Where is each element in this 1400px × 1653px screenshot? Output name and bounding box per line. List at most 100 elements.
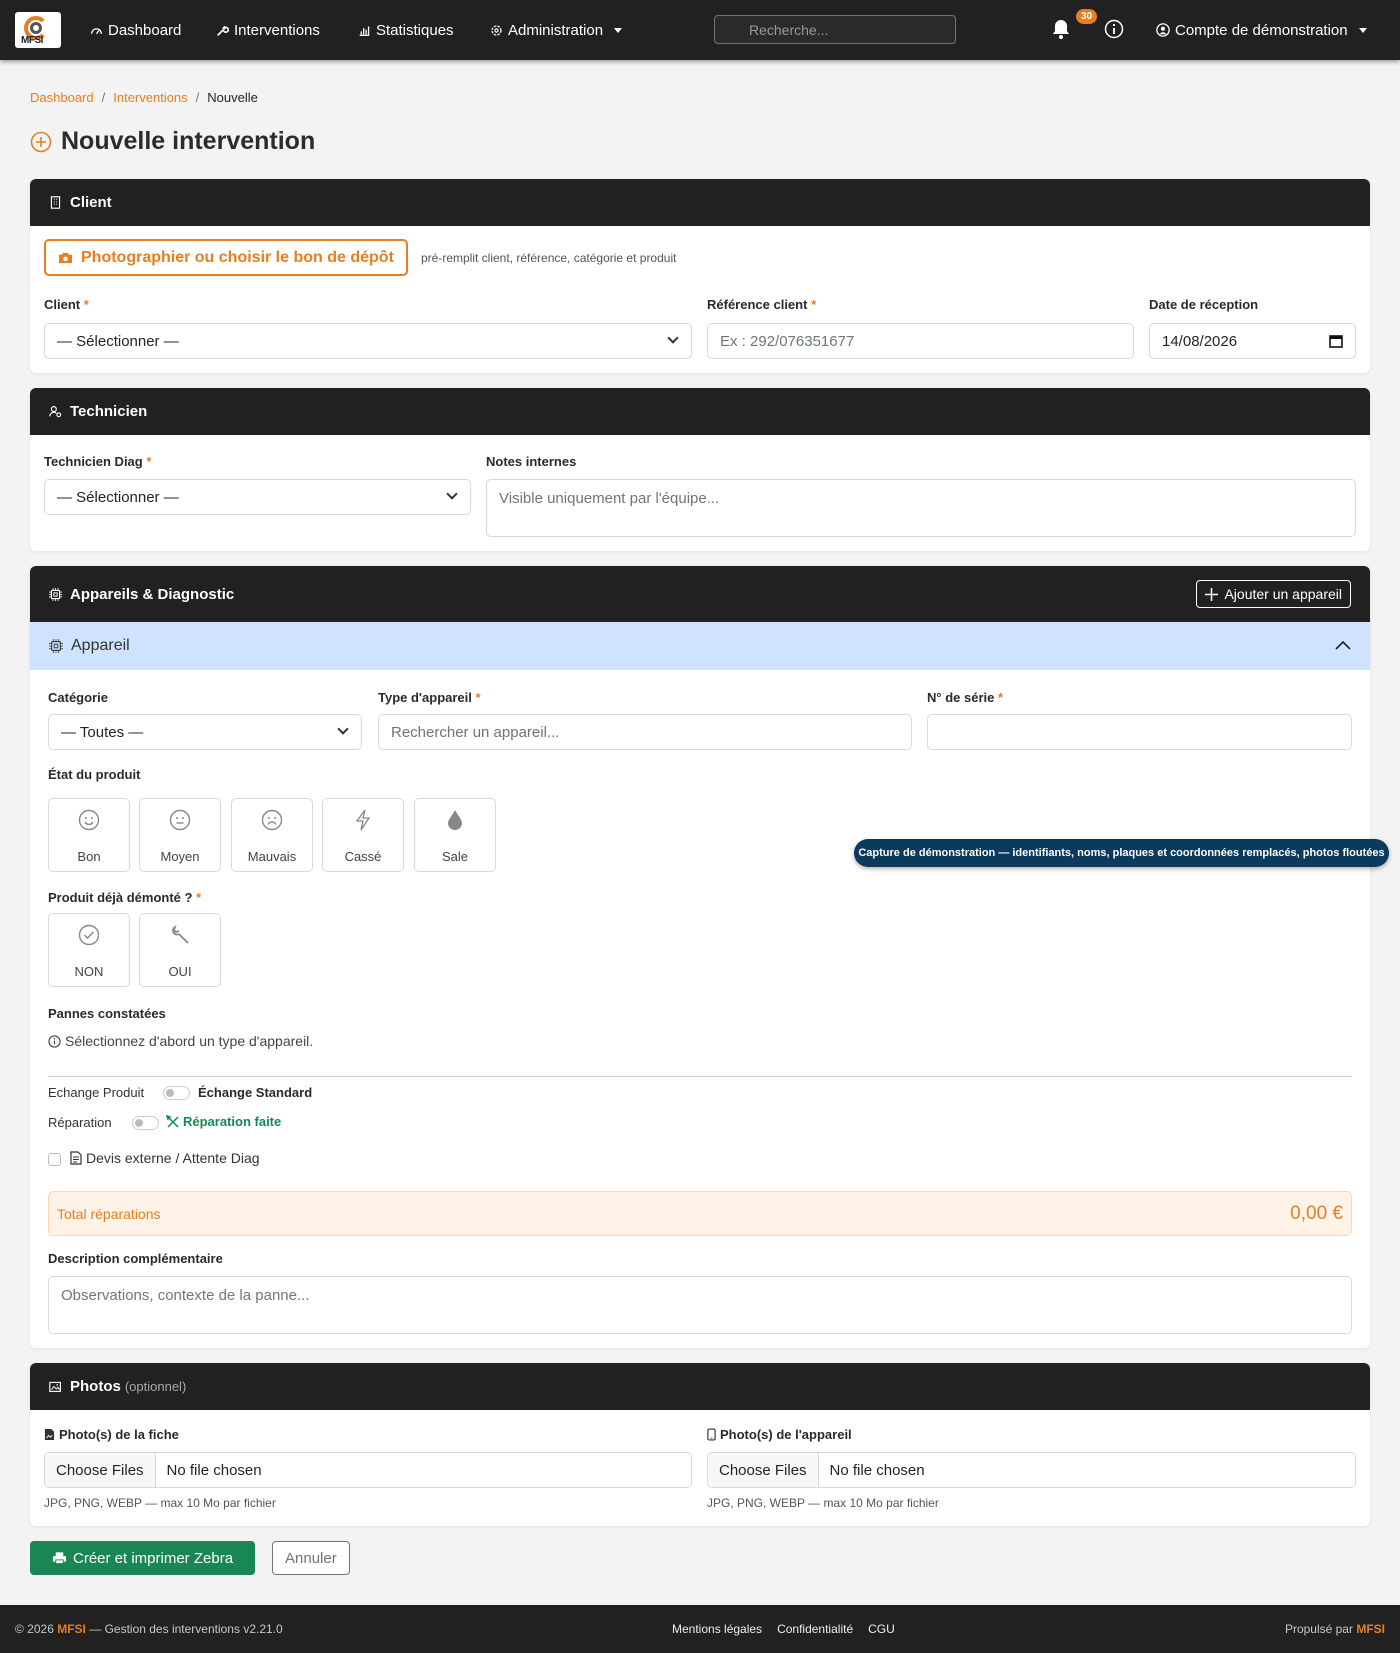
footer-link-confidentialite[interactable]: Confidentialité	[777, 1622, 853, 1636]
nav-dashboard[interactable]: Dashboard	[90, 0, 181, 60]
nav-interventions-label: Interventions	[234, 21, 320, 39]
total-label: Total réparations	[57, 1205, 161, 1222]
breadcrumb-current: Nouvelle	[207, 90, 258, 105]
wrench-icon	[217, 25, 229, 36]
footer-link-cgu[interactable]: CGU	[868, 1622, 895, 1636]
photos-card-header: Photos (optionnel)	[30, 1363, 1370, 1410]
footer-links: Mentions légales Confidentialité CGU	[672, 1622, 895, 1636]
photo-fiche-choose-button[interactable]: Choose Files	[45, 1453, 156, 1487]
divider	[48, 1076, 1352, 1077]
date-reception-input[interactable]: 14/08/2026	[1149, 323, 1356, 359]
etat-mauvais-option[interactable]: Mauvais	[231, 798, 313, 872]
etat-sale-option[interactable]: Sale	[414, 798, 496, 872]
photo-appareil-choose-button[interactable]: Choose Files	[708, 1453, 819, 1487]
photo-appareil-file-input[interactable]: Choose Files No file chosen	[707, 1452, 1356, 1488]
chevron-down-icon	[667, 332, 679, 344]
echange-label: Echange Produit	[48, 1085, 145, 1100]
categorie-select[interactable]: — Toutes —	[48, 714, 362, 750]
serie-input[interactable]	[927, 714, 1352, 750]
lightning-icon	[355, 809, 371, 831]
neutral-face-icon	[169, 809, 191, 831]
etat-moyen-option[interactable]: Moyen	[139, 798, 221, 872]
bar-chart-icon	[359, 25, 370, 36]
reparation-toggle[interactable]	[132, 1116, 159, 1130]
file-text-icon	[70, 1151, 82, 1165]
breadcrumb-separator: /	[195, 90, 200, 105]
technicien-diag-select[interactable]: — Sélectionner —	[44, 479, 471, 515]
date-reception-value: 14/08/2026	[1162, 332, 1238, 350]
navbar: MFSI Dashboard Interventions Statistique…	[0, 0, 1400, 60]
date-reception-label: Date de réception	[1149, 297, 1259, 312]
devis-checkbox[interactable]	[48, 1153, 61, 1166]
nav-dashboard-label: Dashboard	[108, 21, 182, 39]
technicien-card-title: Technicien	[70, 403, 148, 420]
photo-scan-button[interactable]: Photographier ou choisir le bon de dépôt	[44, 239, 408, 276]
total-reparations: Total réparations 0,00 €	[48, 1191, 1352, 1236]
page-title-text: Nouvelle intervention	[61, 127, 316, 155]
photo-appareil-no-file: No file chosen	[829, 1461, 925, 1479]
client-select[interactable]: — Sélectionner —	[44, 323, 692, 359]
user-gear-icon	[49, 406, 62, 418]
technicien-card: Technicien Technicien Diag * — Sélection…	[30, 388, 1370, 551]
logo-ring-inner	[30, 22, 42, 34]
ref-client-placeholder: Ex : 292/076351677	[720, 332, 855, 350]
pannes-hint-text: Sélectionnez d'abord un type d'appareil.	[65, 1033, 314, 1049]
create-print-button[interactable]: Créer et imprimer Zebra	[30, 1541, 256, 1575]
echange-toggle[interactable]	[163, 1086, 190, 1100]
demonte-non-option[interactable]: NON	[48, 913, 130, 987]
footer: © 2026 MFSI — Gestion des interventions …	[0, 1605, 1400, 1653]
plus-icon	[1205, 587, 1219, 601]
plus-circle-icon	[30, 131, 52, 152]
nav-interventions[interactable]: Interventions	[216, 0, 320, 60]
wrench-icon	[172, 925, 189, 944]
photo-fiche-label-text: Photo(s) de la fiche	[59, 1427, 179, 1442]
gear-icon	[491, 24, 502, 36]
chevron-up-icon[interactable]	[1335, 640, 1351, 650]
description-textarea[interactable]	[48, 1276, 1352, 1334]
etat-bon-option[interactable]: Bon	[48, 798, 130, 872]
bell-icon[interactable]	[1052, 19, 1070, 39]
appareils-card: Appareils & Diagnostic Ajouter un appare…	[30, 566, 1370, 1348]
demonte-oui-label: OUI	[168, 964, 192, 979]
account-menu[interactable]: Compte de démonstration	[1156, 0, 1367, 60]
photo-appareil-label: Photo(s) de l'appareil	[707, 1427, 852, 1442]
printer-icon	[52, 1552, 67, 1565]
chevron-down-icon	[1358, 27, 1367, 33]
demonte-oui-option[interactable]: OUI	[139, 913, 221, 987]
phone-icon	[707, 1428, 716, 1441]
etat-casse-option[interactable]: Cassé	[322, 798, 404, 872]
demonte-non-label: NON	[74, 964, 104, 979]
notes-internes-textarea[interactable]	[486, 479, 1356, 537]
serie-label: N° de série *	[927, 690, 1004, 705]
breadcrumb-interventions[interactable]: Interventions	[113, 90, 187, 105]
info-icon[interactable]	[1104, 19, 1124, 39]
breadcrumb-dashboard[interactable]: Dashboard	[30, 90, 94, 105]
nav-administration[interactable]: Administration	[490, 0, 623, 60]
breadcrumb: Dashboard / Interventions / Nouvelle	[30, 90, 258, 105]
add-device-button[interactable]: Ajouter un appareil	[1196, 580, 1351, 608]
cancel-button[interactable]: Annuler	[272, 1541, 350, 1575]
echange-option-label: Échange Standard	[198, 1085, 313, 1100]
ref-client-input[interactable]: Ex : 292/076351677	[707, 323, 1134, 359]
logo-text: MFSI	[21, 35, 43, 46]
brand-logo[interactable]: MFSI	[15, 12, 61, 48]
photos-card-title: Photos	[70, 1378, 121, 1395]
create-print-label: Créer et imprimer Zebra	[73, 1549, 234, 1567]
device-accordion-header[interactable]: Appareil	[30, 622, 1370, 670]
etat-casse-label: Cassé	[344, 849, 382, 864]
search-input[interactable]	[714, 15, 956, 44]
footer-link-mentions[interactable]: Mentions légales	[672, 1622, 762, 1636]
photos-card: Photos (optionnel) Photo(s) de la fiche …	[30, 1363, 1370, 1526]
frown-icon	[261, 809, 283, 831]
footer-brand[interactable]: MFSI	[57, 1622, 86, 1636]
appareils-card-title: Appareils & Diagnostic	[70, 585, 235, 603]
pannes-hint: Sélectionnez d'abord un type d'appareil.	[48, 1033, 313, 1049]
calendar-icon[interactable]	[1329, 334, 1343, 348]
nav-statistiques[interactable]: Statistiques	[358, 0, 454, 60]
photo-fiche-file-input[interactable]: Choose Files No file chosen	[44, 1452, 692, 1488]
type-appareil-placeholder: Rechercher un appareil...	[391, 723, 560, 741]
footer-powered-brand[interactable]: MFSI	[1356, 1622, 1385, 1636]
check-circle-icon	[78, 924, 100, 946]
building-icon	[50, 196, 61, 209]
type-appareil-input[interactable]: Rechercher un appareil...	[378, 714, 912, 750]
